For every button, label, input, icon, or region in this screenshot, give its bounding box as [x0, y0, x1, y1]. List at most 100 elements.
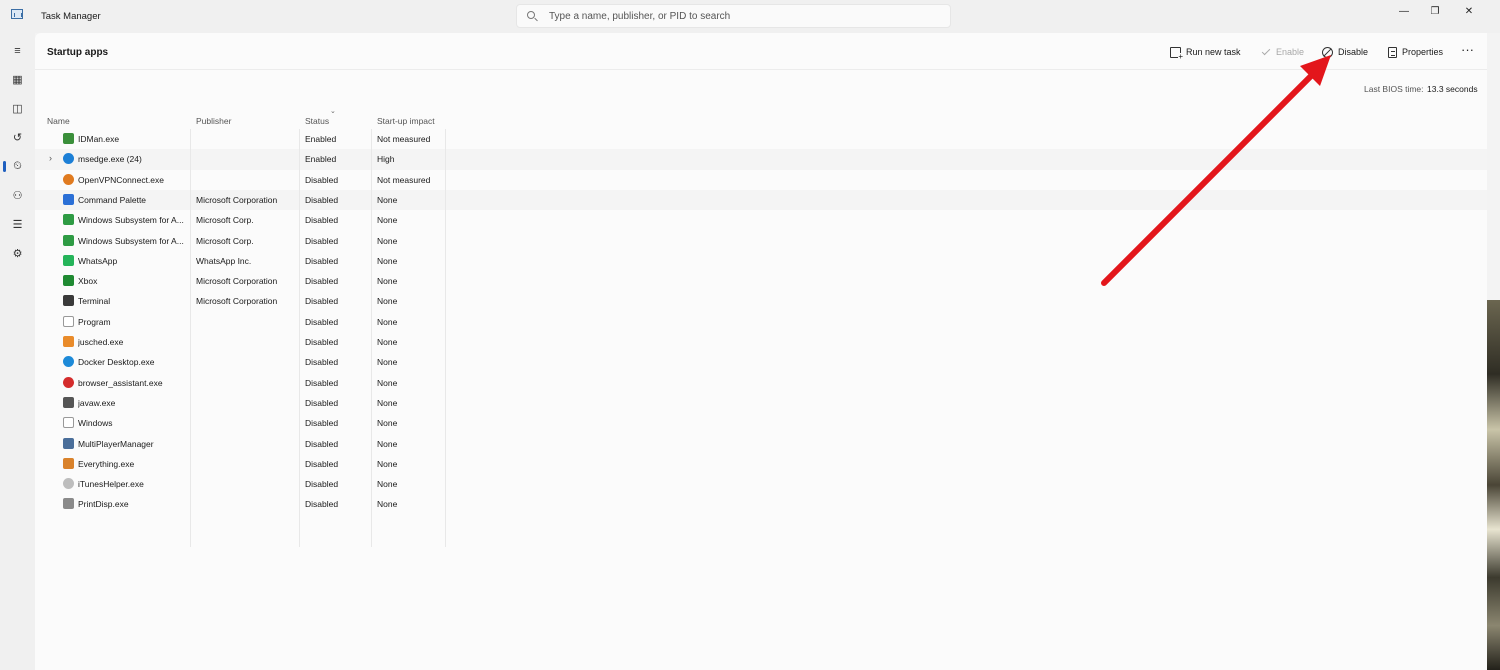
column-header-startup-impact[interactable]: Start-up impact: [377, 116, 435, 126]
column-header-name[interactable]: Name: [47, 116, 70, 126]
startup-impact-cell: None: [377, 296, 398, 307]
startup-impact-cell: Not measured: [377, 134, 431, 144]
table-row[interactable]: OpenVPNConnect.exe Disabled Not measured: [35, 170, 1487, 190]
publisher-cell: WhatsApp Inc.: [196, 255, 252, 266]
last-bios-time-value: 13.3 seconds: [1427, 84, 1478, 94]
table-row[interactable]: iTunesHelper.exe Disabled None: [35, 474, 1487, 494]
desktop-wallpaper-edge: [1487, 300, 1500, 670]
app-name-cell: javaw.exe: [78, 397, 116, 408]
publisher-cell: Microsoft Corp.: [196, 235, 254, 246]
app-name-cell: WhatsApp: [78, 255, 118, 266]
app-name-cell: Windows: [78, 418, 113, 429]
search-box[interactable]: [516, 4, 951, 28]
status-cell: Disabled: [305, 215, 339, 226]
main-content: Startup apps Run new task Enable Disable…: [35, 33, 1487, 670]
publisher-cell: Microsoft Corporation: [196, 296, 278, 307]
table-row[interactable]: IDMan.exe Enabled Not measured: [35, 129, 1487, 149]
properties-button[interactable]: Properties: [1388, 44, 1443, 60]
maximize-button[interactable]: ❐: [1418, 0, 1452, 22]
status-cell: Disabled: [305, 458, 339, 469]
status-cell: Disabled: [305, 316, 339, 327]
status-cell: Enabled: [305, 134, 337, 144]
edge-icon: [63, 153, 74, 165]
column-divider: [299, 129, 300, 547]
hamburger-menu-icon[interactable]: ≡: [7, 40, 28, 61]
publisher-cell: Microsoft Corporation: [196, 276, 278, 287]
app-name-cell: iTunesHelper.exe: [78, 479, 144, 490]
startup-impact-cell: None: [377, 499, 398, 510]
startup-apps-icon[interactable]: ⏲: [3, 156, 28, 177]
disable-button[interactable]: Disable: [1322, 44, 1368, 60]
column-divider: [190, 129, 191, 547]
table-row[interactable]: Xbox Microsoft Corporation Disabled None: [35, 271, 1487, 291]
startup-impact-cell: None: [377, 194, 398, 205]
services-icon[interactable]: ⚙: [7, 243, 28, 264]
openvpn-icon: [63, 173, 74, 185]
table-row[interactable]: Everything.exe Disabled None: [35, 454, 1487, 474]
table-row[interactable]: javaw.exe Disabled None: [35, 393, 1487, 413]
column-header-publisher[interactable]: Publisher: [196, 116, 231, 126]
run-new-task-icon: [1170, 46, 1183, 61]
status-cell: Disabled: [305, 194, 339, 205]
table-row[interactable]: WhatsApp WhatsApp Inc. Disabled None: [35, 251, 1487, 271]
header-divider: [35, 69, 1487, 70]
app-name-cell: Command Palette: [78, 194, 147, 205]
title-bar: Task Manager — ❐ ✕: [0, 0, 1500, 33]
startup-impact-cell: None: [377, 235, 398, 246]
app-name-cell: browser_assistant.exe: [78, 377, 163, 388]
app-name-cell: Docker Desktop.exe: [78, 357, 155, 368]
disable-label: Disable: [1338, 47, 1369, 57]
printer-icon: [63, 498, 74, 510]
startup-impact-cell: None: [377, 337, 398, 347]
status-cell: Disabled: [305, 499, 339, 510]
table-row[interactable]: Terminal Microsoft Corporation Disabled Non…: [35, 291, 1487, 311]
app-history-icon[interactable]: ↺: [7, 127, 28, 148]
blank-file-icon: [63, 315, 74, 327]
status-cell: Disabled: [305, 235, 339, 246]
xbox-icon: [63, 275, 74, 287]
table-row[interactable]: Windows Disabled None: [35, 413, 1487, 433]
startup-impact-cell: None: [377, 255, 398, 266]
properties-icon: [1388, 46, 1397, 58]
table-row[interactable]: Program Disabled None: [35, 312, 1487, 332]
app-name-cell: OpenVPNConnect.exe: [78, 174, 164, 185]
table-row[interactable]: › msedge.exe (24) Enabled High: [35, 149, 1487, 170]
window-icon: [63, 437, 74, 449]
more-options-button[interactable]: ···: [1461, 42, 1474, 57]
wsa-icon: [63, 234, 74, 246]
table-row[interactable]: browser_assistant.exe Disabled None: [35, 373, 1487, 393]
app-name-cell: Terminal: [78, 296, 111, 307]
startup-impact-cell: High: [377, 154, 395, 165]
minimize-button[interactable]: —: [1387, 0, 1421, 22]
table-row[interactable]: MultiPlayerManager Disabled None: [35, 434, 1487, 454]
app-title: Task Manager: [41, 11, 101, 22]
left-navigation: ≡ ▦ ◫ ↺ ⏲ ⚇ ☰ ⚙: [0, 33, 35, 670]
run-new-task-button[interactable]: Run new task: [1170, 44, 1241, 61]
blank-file-icon: [63, 417, 74, 429]
search-input[interactable]: [549, 9, 939, 24]
page-title: Startup apps: [47, 47, 109, 58]
table-row[interactable]: jusched.exe Disabled None: [35, 332, 1487, 352]
column-header-status[interactable]: ⌄ Status: [305, 108, 336, 126]
table-row[interactable]: Docker Desktop.exe Disabled None: [35, 352, 1487, 372]
app-name-cell: jusched.exe: [78, 337, 124, 347]
table-row[interactable]: Windows Subsystem for A... Microsoft Corp…: [35, 210, 1487, 230]
table-row[interactable]: PrintDisp.exe Disabled None: [35, 494, 1487, 514]
table-row[interactable]: Command Palette Microsoft Corporation Disa…: [35, 189, 1487, 211]
enable-button[interactable]: Enable: [1261, 44, 1304, 60]
processes-icon[interactable]: ▦: [7, 69, 28, 90]
users-icon[interactable]: ⚇: [7, 185, 28, 206]
details-icon[interactable]: ☰: [7, 214, 28, 235]
last-bios-time-label: Last BIOS time:: [1364, 84, 1424, 94]
sort-descending-icon: ⌄: [330, 108, 336, 115]
performance-icon[interactable]: ◫: [7, 98, 28, 119]
column-divider: [371, 129, 372, 547]
table-row[interactable]: Windows Subsystem for A... Microsoft Corp…: [35, 231, 1487, 251]
search-icon: [527, 11, 535, 19]
close-button[interactable]: ✕: [1452, 0, 1486, 22]
publisher-cell: Microsoft Corp.: [196, 215, 254, 226]
chevron-right-icon[interactable]: ›: [49, 153, 52, 163]
status-cell: Disabled: [305, 438, 339, 449]
status-cell: Disabled: [305, 397, 339, 408]
app-name-cell: msedge.exe (24): [78, 154, 142, 165]
